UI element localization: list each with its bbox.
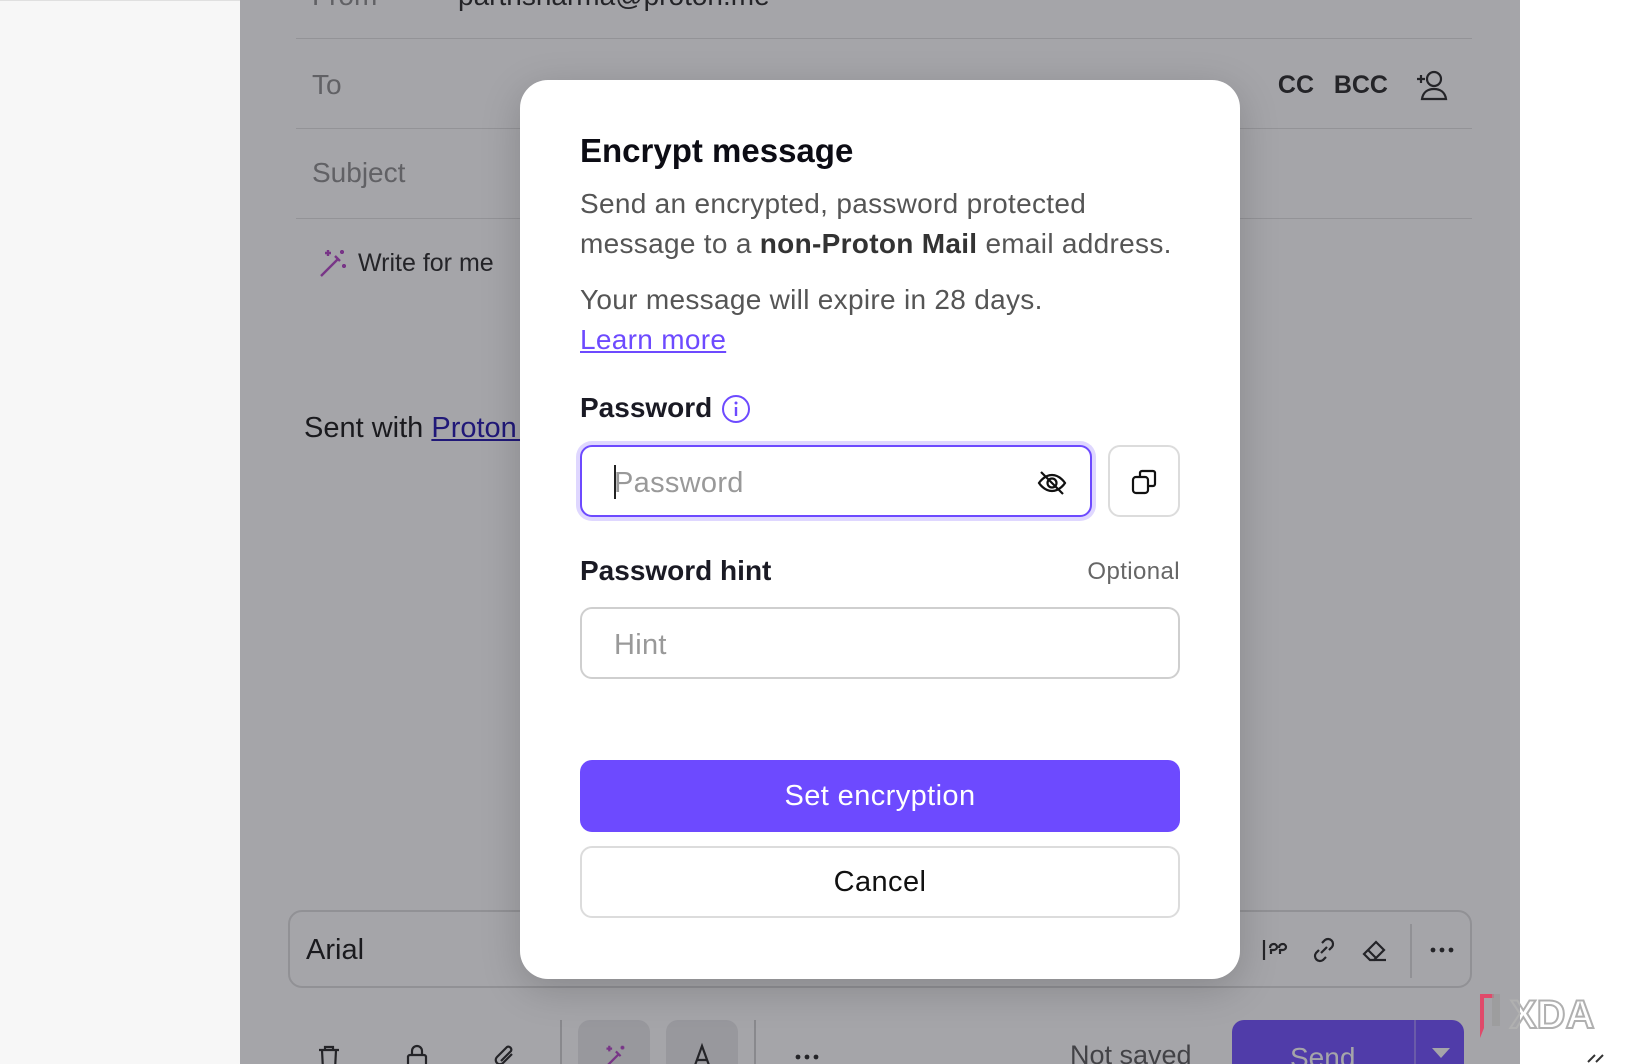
encrypt-message-dialog: Encrypt message Send an encrypted, passw… <box>520 80 1240 979</box>
dialog-title: Encrypt message <box>580 132 854 169</box>
learn-more-link[interactable]: Learn more <box>580 320 726 360</box>
xda-text: XDA <box>1510 993 1594 1037</box>
password-placeholder: Password <box>614 467 744 499</box>
hint-placeholder: Hint <box>614 629 667 661</box>
dialog-description: Send an encrypted, password protected me… <box>580 184 1200 264</box>
xda-logo: XDA <box>1480 992 1595 1038</box>
copy-icon <box>1131 469 1157 495</box>
optional-tag: Optional <box>1087 558 1180 585</box>
info-icon[interactable] <box>720 393 752 425</box>
copy-password-button[interactable] <box>1108 445 1180 517</box>
set-encryption-button[interactable]: Set encryption <box>580 760 1180 832</box>
cancel-button[interactable]: Cancel <box>580 846 1180 918</box>
double-chevron-icon[interactable] <box>1584 1046 1612 1064</box>
eye-slash-icon[interactable] <box>1036 467 1068 499</box>
password-hint-label: Password hint <box>580 555 772 586</box>
expiry-notice: Your message will expire in 28 days. <box>580 284 1043 315</box>
password-input[interactable]: Password <box>580 445 1092 517</box>
password-hint-input[interactable]: Hint <box>580 607 1180 679</box>
desc-bold: non-Proton Mail <box>759 228 978 259</box>
desc-part-2: email address. <box>977 228 1172 259</box>
left-panel-uncovered <box>0 0 240 1064</box>
password-label: Password <box>580 392 713 423</box>
right-panel-uncovered <box>1520 0 1652 1064</box>
